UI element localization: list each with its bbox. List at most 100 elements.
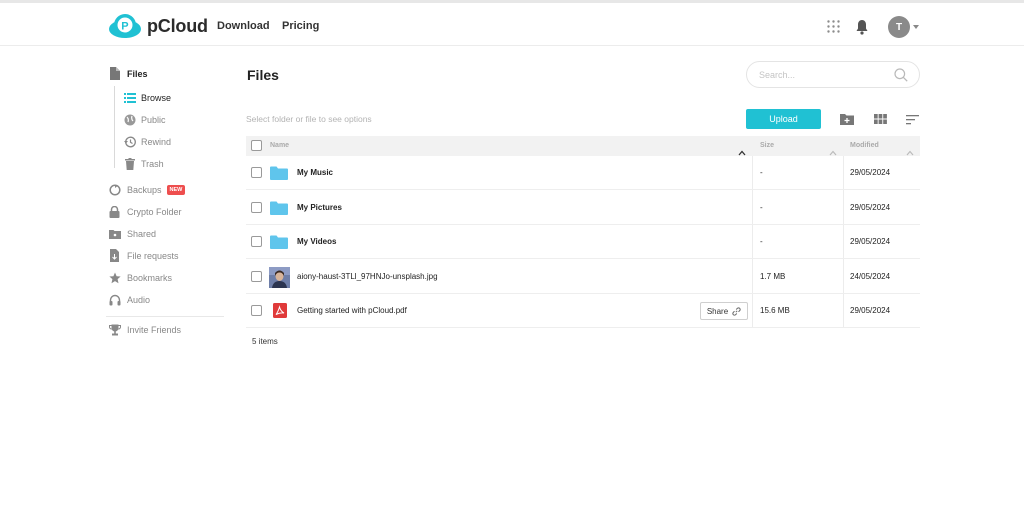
sidebar-item-label: Bookmarks: [127, 272, 173, 283]
sidebar-item-shared[interactable]: Shared: [108, 227, 156, 240]
notifications-bell-icon[interactable]: [855, 19, 869, 35]
sidebar-item-invite-friends[interactable]: Invite Friends: [108, 323, 181, 336]
sidebar-item-trash[interactable]: Trash: [124, 157, 164, 170]
account-menu-caret-icon[interactable]: [913, 25, 919, 29]
sidebar-item-label: Crypto Folder: [127, 206, 182, 217]
sidebar-item-label: Audio: [127, 294, 151, 305]
sort-asc-caret-icon[interactable]: [738, 143, 746, 156]
column-header-size[interactable]: Size: [760, 142, 774, 149]
pcloud-logo-icon: P: [108, 13, 143, 39]
table-row[interactable]: Getting started with pCloud.pdf Share 15…: [246, 294, 920, 328]
brand-name: pCloud: [147, 15, 208, 36]
file-modified: 29/05/2024: [850, 203, 891, 212]
sidebar-item-label: Browse: [141, 92, 172, 103]
history-icon: [124, 135, 136, 148]
table-header: Name Size Modified: [246, 136, 920, 156]
upload-button[interactable]: Upload: [746, 109, 821, 129]
top-bar: P pCloud Download Pricing T: [0, 0, 1024, 46]
select-all-checkbox[interactable]: [251, 140, 262, 151]
sidebar-item-files[interactable]: Files: [108, 67, 148, 80]
share-button[interactable]: Share: [700, 302, 748, 320]
items-count: 5 items: [252, 337, 278, 346]
row-checkbox[interactable]: [251, 236, 262, 247]
sidebar-item-rewind[interactable]: Rewind: [124, 135, 171, 148]
image-thumbnail: [269, 267, 290, 288]
sidebar-item-bookmarks[interactable]: Bookmarks: [108, 271, 172, 284]
sidebar-item-label: File requests: [127, 250, 179, 261]
selection-hint: Select folder or file to see options: [246, 114, 372, 124]
row-checkbox[interactable]: [251, 202, 262, 213]
nav-download[interactable]: Download: [217, 20, 270, 32]
file-size: -: [760, 168, 763, 177]
trophy-icon: [108, 323, 121, 336]
modified-sort-caret-icon[interactable]: [906, 143, 914, 156]
file-request-icon: [108, 249, 121, 262]
file-name[interactable]: aiony-haust-3TLl_97HNJo-unsplash.jpg: [297, 272, 438, 281]
sidebar-item-label: Backups: [127, 184, 162, 195]
sidebar-item-label: Invite Friends: [127, 324, 182, 335]
lock-icon: [108, 205, 121, 218]
folder-icon: [270, 201, 288, 215]
search-icon[interactable]: [894, 68, 908, 82]
column-header-name[interactable]: Name: [270, 142, 289, 149]
apps-grid-icon[interactable]: [827, 20, 840, 33]
new-folder-icon[interactable]: [840, 112, 854, 126]
grid-view-icon[interactable]: [874, 112, 888, 126]
new-badge: NEW: [166, 184, 186, 195]
file-size: 15.6 MB: [760, 306, 790, 315]
sidebar-item-label: Public: [141, 114, 166, 125]
sidebar-item-label: Shared: [127, 228, 157, 239]
sidebar-item-label: Files: [127, 68, 148, 79]
sidebar-item-browse[interactable]: Browse: [124, 91, 171, 104]
search-input[interactable]: [759, 68, 889, 82]
link-icon: [732, 306, 741, 316]
file-icon: [108, 67, 121, 80]
row-checkbox[interactable]: [251, 167, 262, 178]
file-modified: 29/05/2024: [850, 237, 891, 246]
share-label: Share: [706, 306, 729, 316]
sidebar-item-label: Trash: [141, 158, 164, 169]
file-name[interactable]: My Pictures: [297, 203, 342, 212]
file-modified: 29/05/2024: [850, 306, 891, 315]
trash-icon: [124, 157, 136, 170]
sidebar-item-public[interactable]: Public: [124, 113, 166, 126]
file-size: -: [760, 237, 763, 246]
pdf-icon: [273, 303, 287, 318]
star-icon: [108, 271, 121, 284]
headphones-icon: [108, 293, 121, 306]
backup-icon: [108, 183, 121, 196]
svg-text:P: P: [121, 21, 128, 33]
table-row[interactable]: aiony-haust-3TLl_97HNJo-unsplash.jpg 1.7…: [246, 260, 920, 294]
file-name[interactable]: My Music: [297, 168, 333, 177]
tree-line: [114, 86, 115, 168]
sidebar-item-crypto-folder[interactable]: Crypto Folder: [108, 205, 182, 218]
sidebar-divider: [106, 316, 224, 317]
pcloud-logo[interactable]: P pCloud: [108, 13, 208, 39]
size-sort-caret-icon[interactable]: [829, 143, 837, 156]
file-modified: 24/05/2024: [850, 272, 891, 281]
sort-icon[interactable]: [906, 112, 920, 126]
file-name[interactable]: Getting started with pCloud.pdf: [297, 306, 407, 315]
column-header-modified[interactable]: Modified: [850, 142, 879, 149]
list-icon: [124, 91, 136, 104]
row-checkbox[interactable]: [251, 305, 262, 316]
search-box[interactable]: [746, 61, 920, 88]
file-size: 1.7 MB: [760, 272, 786, 281]
globe-icon: [124, 113, 136, 126]
file-name[interactable]: My Videos: [297, 237, 336, 246]
file-modified: 29/05/2024: [850, 168, 891, 177]
shared-icon: [108, 227, 121, 240]
sidebar-item-backups[interactable]: Backups NEW: [108, 183, 186, 196]
file-size: -: [760, 203, 763, 212]
table-row[interactable]: My Pictures - 29/05/2024: [246, 191, 920, 225]
user-avatar[interactable]: T: [888, 16, 910, 38]
sidebar-item-file-requests[interactable]: File requests: [108, 249, 179, 262]
table-row[interactable]: My Music - 29/05/2024: [246, 156, 920, 190]
page-title: Files: [247, 67, 279, 83]
sidebar-item-label: Rewind: [141, 136, 172, 147]
table-row[interactable]: My Videos - 29/05/2024: [246, 225, 920, 259]
sidebar-item-audio[interactable]: Audio: [108, 293, 150, 306]
row-checkbox[interactable]: [251, 271, 262, 282]
folder-icon: [270, 235, 288, 249]
nav-pricing[interactable]: Pricing: [282, 20, 319, 32]
